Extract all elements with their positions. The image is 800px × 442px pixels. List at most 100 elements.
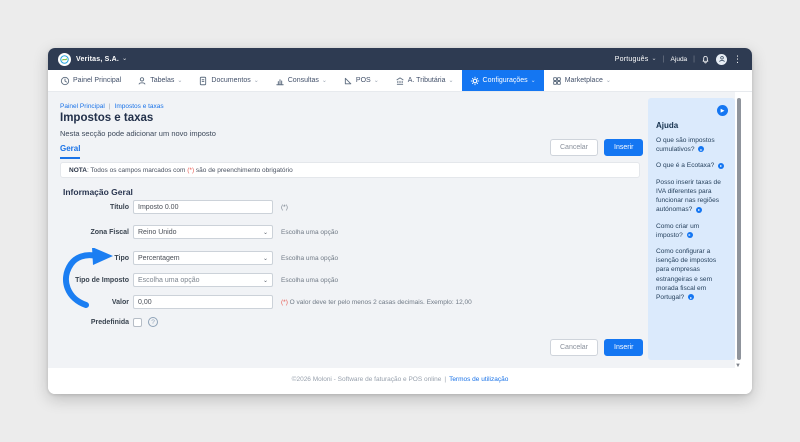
copyright-text: ©2026 Moloni - Software de faturação e P…: [291, 376, 442, 383]
terms-link[interactable]: Termos de utilização: [449, 376, 508, 383]
form-row-zona-fiscal: Zona Fiscal Reino Unido ⌄ Escolha uma op…: [60, 225, 338, 239]
nav-label: Painel Principal: [73, 77, 122, 84]
play-video-icon[interactable]: ▶: [717, 105, 728, 116]
bar-chart-icon: [275, 76, 285, 86]
play-icon: ▸: [696, 206, 703, 213]
chevron-down-icon: ⌄: [262, 229, 268, 236]
nav-label: Marketplace: [564, 77, 603, 84]
help-link-text: O que é a Ecotaxa?: [656, 162, 715, 170]
field-helper: Escolha uma opção: [281, 276, 339, 284]
language-selector[interactable]: Português ⌄: [615, 56, 657, 63]
selected-value: Escolha uma opção: [138, 276, 200, 284]
form-row-titulo: Título (*): [60, 200, 288, 214]
company-logo-icon: [58, 52, 71, 66]
tipo-select[interactable]: Percentagem ⌄: [133, 251, 273, 265]
help-question-icon[interactable]: ?: [148, 317, 158, 327]
zona-fiscal-select[interactable]: Reino Unido ⌄: [133, 225, 273, 239]
breadcrumb: Painel Principal | Impostos e taxas: [60, 103, 164, 110]
selected-value: Percentagem: [138, 254, 180, 262]
set-square-icon: [343, 76, 353, 86]
help-link-impostos-cumulativos[interactable]: O que são impostos cumulativos? ▸: [656, 136, 727, 154]
help-link[interactable]: Ajuda: [671, 56, 688, 63]
breadcrumb-link-painel-principal[interactable]: Painel Principal: [60, 103, 105, 110]
chevron-down-icon: ⌄: [262, 277, 268, 284]
field-label-valor: Valor: [111, 298, 129, 306]
chevron-down-icon: ⌄: [373, 77, 379, 84]
scrollbar-down-arrow-icon[interactable]: ▼: [735, 363, 741, 369]
field-helper: O valor deve ter pelo menos 2 casas deci…: [289, 298, 472, 306]
help-panel-title: Ajuda: [656, 121, 679, 130]
insert-button[interactable]: Inserir: [604, 339, 644, 356]
user-avatar[interactable]: [716, 53, 727, 65]
person-icon: [137, 76, 147, 86]
field-label-titulo: Título: [109, 203, 129, 211]
form-row-predefinida: Predefinida ?: [60, 317, 158, 327]
tipo-de-imposto-select[interactable]: Escolha uma opção ⌄: [133, 273, 273, 287]
topbar: Veritas, S.A. ⌄ Português ⌄ | Ajuda | ⋮: [48, 48, 752, 70]
nav-item-consultas[interactable]: Consultas ⌄: [267, 70, 335, 91]
breadcrumb-link-impostos[interactable]: Impostos e taxas: [115, 103, 164, 110]
app-window: Veritas, S.A. ⌄ Português ⌄ | Ajuda | ⋮ …: [48, 48, 752, 394]
cancel-button[interactable]: Cancelar: [550, 139, 599, 156]
chevron-down-icon: ⌄: [177, 77, 183, 84]
help-link-criar-imposto[interactable]: Como criar um imposto? ▸: [656, 222, 727, 240]
clock-icon: [60, 76, 70, 86]
nav-label: POS: [355, 77, 371, 84]
field-label-predefinida: Predefinida: [90, 318, 129, 326]
notifications-bell-icon[interactable]: [701, 55, 710, 64]
company-selector[interactable]: Veritas, S.A. ⌄: [76, 56, 127, 63]
nav-item-painel-principal[interactable]: Painel Principal: [52, 70, 129, 91]
field-helper: Escolha uma opção: [281, 254, 339, 262]
required-fields-note: NOTA: Todos os campos marcados com (*) s…: [60, 162, 640, 178]
chevron-down-icon: ⌄: [253, 77, 259, 84]
note-text: são de preenchimento obrigatório: [194, 166, 293, 174]
help-link-text: Posso inserir taxas de IVA diferentes pa…: [656, 178, 721, 214]
required-marker: (*): [281, 298, 288, 306]
nav-item-a-tributaria[interactable]: A. Tributária ⌄: [387, 70, 462, 91]
content-area: Painel Principal | Impostos e taxas Impo…: [48, 92, 735, 368]
note-label: NOTA: [69, 166, 87, 174]
chevron-down-icon: ⌄: [605, 77, 611, 84]
more-options-kebab-icon[interactable]: ⋮: [733, 54, 742, 64]
main-nav: Painel Principal Tabelas ⌄ Documentos ⌄ …: [48, 70, 752, 92]
divider: |: [693, 55, 695, 63]
form-row-tipo-de-imposto: Tipo de Imposto Escolha uma opção ⌄ Esco…: [60, 273, 338, 287]
gear-icon: [470, 76, 480, 86]
help-link-isencao-empresas-estrangeiras[interactable]: Como configurar a isenção de impostos pa…: [656, 247, 727, 302]
breadcrumb-separator: |: [108, 103, 111, 110]
language-label: Português: [614, 55, 649, 63]
help-link-taxas-iva-regioes[interactable]: Posso inserir taxas de IVA diferentes pa…: [656, 178, 727, 215]
footer: ©2026 Moloni - Software de faturação e P…: [48, 368, 752, 394]
note-text: : Todos os campos marcados com: [86, 166, 188, 174]
footer-separator: |: [444, 376, 447, 383]
chevron-down-icon: ⌄: [530, 77, 536, 84]
scrollbar-thumb[interactable]: [737, 98, 741, 360]
nav-item-configuracoes[interactable]: Configurações ⌄: [461, 70, 544, 91]
titulo-input[interactable]: [133, 200, 273, 214]
nav-label: Tabelas: [150, 77, 175, 84]
tab-geral[interactable]: Geral: [60, 144, 81, 159]
nav-label: Documentos: [211, 77, 251, 84]
field-label-tipo-de-imposto: Tipo de Imposto: [75, 276, 129, 284]
divider: |: [662, 55, 665, 63]
form-row-tipo: Tipo Percentagem ⌄ Escolha uma opção: [60, 251, 338, 265]
predefinida-checkbox[interactable]: [133, 317, 142, 327]
valor-input[interactable]: [133, 295, 273, 309]
page-title: Impostos e taxas: [60, 112, 154, 124]
selected-value: Reino Unido: [138, 228, 177, 236]
page-subtitle: Nesta secção pode adicionar um novo impo…: [60, 129, 216, 138]
play-icon: ▸: [698, 146, 705, 153]
nav-item-tabelas[interactable]: Tabelas ⌄: [129, 70, 190, 91]
chevron-down-icon: ⌄: [321, 77, 327, 84]
nav-item-marketplace[interactable]: Marketplace ⌄: [544, 70, 619, 91]
help-link-text: Como criar um imposto?: [656, 222, 700, 239]
help-link-ecotaxa[interactable]: O que é a Ecotaxa? ▸: [656, 161, 727, 170]
nav-item-pos[interactable]: POS ⌄: [335, 70, 387, 91]
insert-button[interactable]: Inserir: [604, 139, 644, 156]
chevron-down-icon: ⌄: [262, 255, 268, 262]
field-label-zona-fiscal: Zona Fiscal: [90, 228, 129, 236]
play-icon: ▸: [686, 232, 693, 238]
help-link-text: Como configurar a isenção de impostos pa…: [656, 247, 717, 302]
nav-item-documentos[interactable]: Documentos ⌄: [190, 70, 266, 91]
cancel-button[interactable]: Cancelar: [550, 339, 599, 356]
